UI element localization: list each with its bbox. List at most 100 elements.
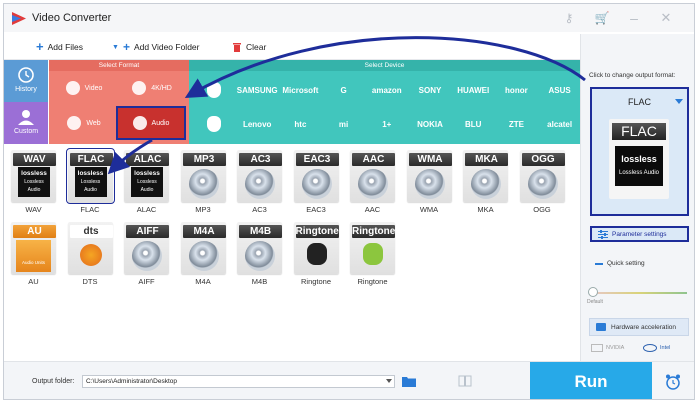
- add-video-folder-label: Add Video Folder: [133, 42, 200, 52]
- format-tile-m4b[interactable]: M4B M4B: [236, 222, 283, 289]
- format-tile-au[interactable]: AU Audio Units AU: [10, 222, 57, 289]
- clear-label: Clear: [246, 42, 267, 52]
- device-microsoft[interactable]: Microsoft: [278, 73, 322, 107]
- audio-icon: [132, 116, 147, 130]
- audio-disc-icon: [245, 241, 275, 271]
- format-audio[interactable]: Audio: [116, 106, 186, 140]
- folder-icon[interactable]: [402, 375, 416, 387]
- device-zte[interactable]: ZTE: [494, 107, 538, 141]
- parameter-settings-button[interactable]: Parameter settings: [590, 226, 689, 242]
- device-lenovo[interactable]: Lenovo: [235, 107, 279, 141]
- add-files-button[interactable]: + Add Files: [36, 40, 83, 54]
- device-huawei[interactable]: HUAWEI: [451, 73, 495, 107]
- lossless-badge-icon: lossless Lossless Audio: [131, 167, 163, 197]
- dropdown-arrow-icon: ▼: [112, 43, 119, 51]
- output-format-selector[interactable]: FLAC FLAC lossless Lossless Audio: [590, 87, 689, 216]
- format-tile-ogg[interactable]: OGG OGG: [519, 150, 566, 217]
- output-format-hint: Click to change output format:: [589, 72, 676, 79]
- format-tile-ringtone[interactable]: Ringtone Ringtone: [293, 222, 340, 289]
- device-mi[interactable]: mi: [322, 107, 366, 141]
- device-amazon[interactable]: amazon: [365, 73, 409, 107]
- default-label: Default: [587, 299, 603, 305]
- alarm-clock-icon[interactable]: [664, 373, 682, 391]
- right-panel: Click to change output format: FLAC FLAC…: [580, 34, 694, 366]
- minimize-button[interactable]: –: [626, 10, 642, 26]
- cart-icon[interactable]: 🛒: [594, 10, 610, 26]
- intel-icon: [643, 344, 657, 352]
- device-sony[interactable]: SONY: [408, 73, 452, 107]
- add-video-folder-button[interactable]: ▼ + Add Video Folder: [112, 40, 199, 54]
- format-card: AAC: [350, 150, 395, 202]
- lossless-badge-icon: lossless Lossless Audio: [18, 167, 50, 197]
- plus-icon: +: [36, 39, 44, 54]
- device-asus[interactable]: ASUS: [538, 73, 582, 107]
- format-tile-wma[interactable]: WMA WMA: [406, 150, 453, 217]
- device-blu[interactable]: BLU: [451, 107, 495, 141]
- format-tile-ringtone[interactable]: Ringtone Ringtone: [349, 222, 396, 289]
- format-tile-dts[interactable]: dts DTS: [67, 222, 114, 289]
- audio-disc-icon: [414, 169, 445, 199]
- device-honor[interactable]: honor: [494, 73, 538, 107]
- format-video[interactable]: Video: [52, 73, 116, 103]
- quick-setting[interactable]: Quick setting: [595, 260, 645, 267]
- format-card-title: AU: [13, 225, 56, 238]
- quality-slider-track[interactable]: [591, 292, 687, 294]
- format-card: dts: [67, 222, 113, 274]
- device-htc[interactable]: htc: [278, 107, 322, 141]
- device-apple-icon[interactable]: [192, 73, 236, 107]
- format-tile-label: AAC: [364, 205, 381, 214]
- clear-button[interactable]: Clear: [232, 40, 266, 54]
- format-tile-alac[interactable]: ALAC lossless Lossless Audio ALAC: [123, 150, 170, 217]
- audio-disc-icon: [188, 241, 219, 271]
- quality-slider-knob[interactable]: [588, 287, 598, 297]
- format-4k-hd[interactable]: 4K/HD: [120, 73, 184, 103]
- format-card-title: AIFF: [126, 225, 169, 238]
- run-button[interactable]: Run: [530, 362, 652, 399]
- format-card: OGG: [519, 150, 565, 202]
- device-samsung[interactable]: SAMSUNG: [235, 73, 279, 107]
- key-icon[interactable]: ⚷: [561, 10, 577, 26]
- format-card: WAV lossless Lossless Audio: [11, 150, 56, 202]
- nvidia-icon: [591, 344, 603, 352]
- format-tile-label: MKA: [477, 205, 494, 214]
- close-button[interactable]: ✕: [658, 10, 674, 26]
- format-tile-mka[interactable]: MKA MKA: [462, 150, 509, 217]
- output-folder-input[interactable]: C:\Users\Administrator\Desktop: [82, 375, 395, 388]
- format-card: Ringtone: [293, 222, 339, 274]
- output-folder-label: Output folder:: [32, 378, 75, 385]
- format-tile-label: M4B: [251, 277, 268, 286]
- parameter-settings-label: Parameter settings: [612, 230, 667, 238]
- device-nokia[interactable]: NOKIA: [408, 107, 452, 141]
- tab-custom[interactable]: Custom: [4, 102, 48, 144]
- audio-format-grid: WAV lossless Lossless Audio WAV FLAC lossless…: [10, 148, 580, 380]
- audio-disc-icon: [188, 169, 219, 199]
- format-tile-ac3[interactable]: AC3 AC3: [236, 150, 283, 217]
- merge-icon[interactable]: [458, 375, 472, 387]
- device-g[interactable]: G: [322, 73, 366, 107]
- format-web[interactable]: Web: [52, 108, 116, 138]
- format-tile-flac[interactable]: FLAC lossless Lossless Audio FLAC: [65, 148, 115, 217]
- device-apple-icon[interactable]: [192, 107, 236, 141]
- format-tile-eac3[interactable]: EAC3 EAC3: [293, 150, 340, 217]
- tab-history[interactable]: History: [4, 60, 48, 102]
- title-bar: Video Converter ⚷ 🛒 – ✕: [4, 4, 694, 32]
- format-tile-m4a[interactable]: M4A M4A: [180, 222, 227, 289]
- format-card-title: FLAC: [69, 153, 113, 166]
- device-1-[interactable]: 1+: [365, 107, 409, 141]
- dropdown-arrow-icon[interactable]: [386, 379, 392, 383]
- format-tile-wav[interactable]: WAV lossless Lossless Audio WAV: [10, 150, 57, 217]
- hardware-acceleration-label: Hardware acceleration: [611, 323, 677, 331]
- bottom-bar: Output folder: C:\Users\Administrator\De…: [4, 361, 694, 399]
- format-tile-aiff[interactable]: AIFF AIFF: [123, 222, 170, 289]
- hardware-acceleration-button[interactable]: Hardware acceleration: [589, 318, 689, 336]
- format-tile-aac[interactable]: AAC AAC: [349, 150, 396, 217]
- device-alcatel[interactable]: alcatel: [538, 107, 582, 141]
- line-icon: [595, 262, 603, 265]
- user-icon: [18, 110, 34, 125]
- format-tile-label: AC3: [252, 205, 267, 214]
- app-logo-icon: [12, 12, 26, 25]
- format-card-title: WMA: [408, 153, 452, 166]
- format-card-title: M4B: [239, 225, 282, 238]
- format-card: M4B: [237, 222, 282, 274]
- format-tile-mp3[interactable]: MP3 MP3: [180, 150, 227, 217]
